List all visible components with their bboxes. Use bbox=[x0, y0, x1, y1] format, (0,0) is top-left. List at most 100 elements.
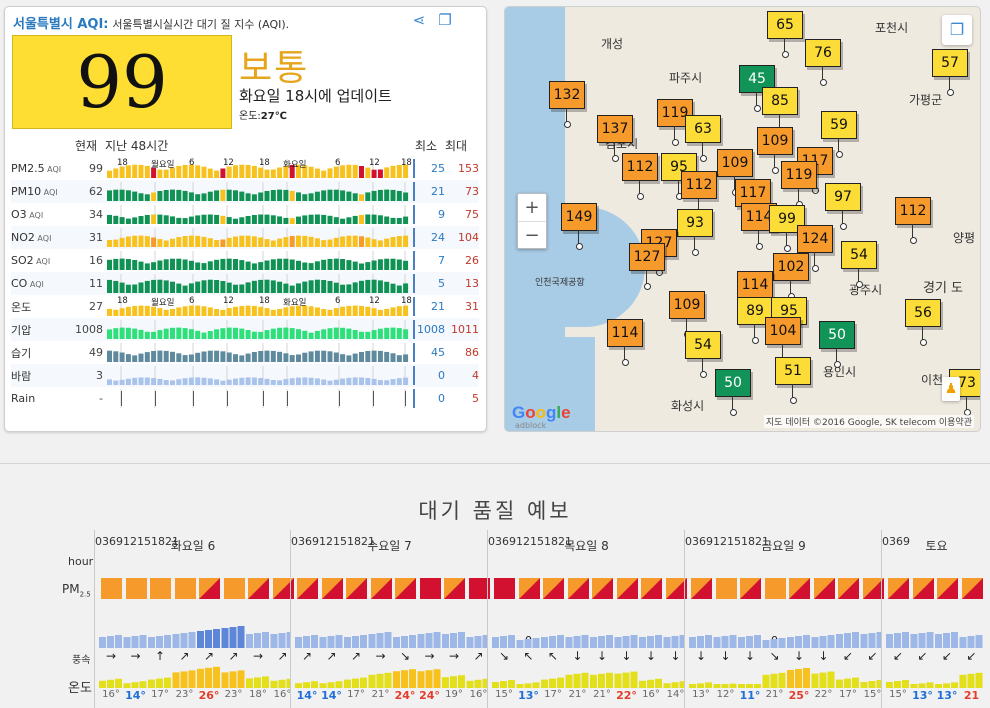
aqi-station-marker[interactable]: 109 bbox=[669, 291, 705, 338]
pm25-forecast-cell[interactable] bbox=[346, 578, 367, 599]
pm25-forecast-cell[interactable] bbox=[518, 578, 540, 599]
pm25-forecast-cell[interactable] bbox=[937, 578, 958, 599]
pm25-forecast-cell[interactable] bbox=[370, 578, 392, 599]
history-bar bbox=[119, 237, 125, 247]
row-bar-graph[interactable]: 18 월요일 6 12 18 화요일 6 12 18 bbox=[107, 296, 415, 316]
pm25-forecast-cell[interactable] bbox=[888, 578, 909, 599]
share-icon[interactable]: ⋖ bbox=[409, 11, 429, 29]
pm25-forecast-cell[interactable] bbox=[813, 578, 835, 599]
row-bar-graph[interactable] bbox=[107, 389, 415, 408]
pegman-icon[interactable]: ♟ bbox=[942, 377, 960, 401]
pm25-forecast-cell[interactable] bbox=[174, 578, 196, 599]
aqi-station-marker[interactable]: 112 bbox=[895, 197, 931, 244]
history-bar bbox=[132, 377, 138, 385]
aqi-station-marker[interactable]: 124 bbox=[797, 225, 833, 272]
pm25-forecast-cell[interactable] bbox=[543, 578, 564, 599]
update-time: 화요일 18시에 업데이트 bbox=[239, 87, 392, 105]
aqi-station-marker[interactable]: 97 bbox=[825, 183, 861, 230]
temp-value: 23° bbox=[175, 689, 194, 700]
pm25-forecast-cell[interactable] bbox=[395, 578, 416, 599]
pm25-forecast-cell[interactable] bbox=[199, 578, 220, 599]
map-attribution[interactable]: 지도 데이터 ©2016 Google, SK telecom 이용약관 bbox=[763, 415, 974, 428]
aqi-station-marker[interactable]: 76 bbox=[805, 39, 841, 86]
aqi-station-marker[interactable]: 57 bbox=[932, 49, 968, 96]
row-graph-cell bbox=[107, 226, 415, 249]
aqi-station-marker[interactable]: 132 bbox=[549, 81, 585, 128]
aqi-station-marker[interactable]: 149 bbox=[561, 203, 597, 250]
pm25-forecast-cell[interactable] bbox=[691, 578, 712, 599]
aqi-station-marker[interactable]: 85 bbox=[762, 87, 798, 134]
aqi-station-marker[interactable]: 114 bbox=[737, 271, 773, 318]
google-logo: Google bbox=[512, 403, 571, 422]
aqi-station-marker[interactable]: 137 bbox=[597, 115, 633, 162]
pm25-forecast-cell[interactable] bbox=[764, 578, 786, 599]
temp-bar bbox=[746, 684, 753, 688]
row-bar-graph[interactable] bbox=[107, 182, 415, 201]
aqi-station-marker[interactable]: 50 bbox=[715, 369, 751, 416]
aqi-station-marker[interactable]: 102 bbox=[773, 253, 809, 300]
aqi-station-marker[interactable]: 65 bbox=[767, 11, 803, 58]
row-bar-graph[interactable] bbox=[107, 366, 415, 385]
temp-value: 14° bbox=[321, 689, 342, 702]
row-label-text: 습기 bbox=[11, 346, 32, 360]
pm25-forecast-cell[interactable] bbox=[444, 578, 465, 599]
pm25-forecast-cell[interactable] bbox=[494, 578, 515, 599]
pm25-forecast-cell[interactable] bbox=[125, 578, 147, 599]
row-bar-graph[interactable] bbox=[107, 320, 415, 339]
history-bar bbox=[195, 330, 201, 339]
aqi-station-marker[interactable]: 119 bbox=[781, 161, 817, 208]
aqi-station-marker[interactable]: 112 bbox=[681, 171, 717, 218]
aqi-station-marker[interactable]: 63 bbox=[685, 115, 721, 162]
pm25-forecast-cell[interactable] bbox=[616, 578, 638, 599]
aqi-station-marker[interactable]: 112 bbox=[622, 153, 658, 200]
aqi-station-marker[interactable]: 114 bbox=[607, 319, 643, 366]
city-aqi-link[interactable]: 서울특별시 AQI bbox=[13, 17, 103, 32]
aqi-station-marker[interactable]: 59 bbox=[821, 111, 857, 158]
history-bar bbox=[321, 379, 327, 385]
aqi-station-marker[interactable]: 93 bbox=[677, 209, 713, 256]
pm25-forecast-cell[interactable] bbox=[740, 578, 761, 599]
temp-value: 21° bbox=[568, 689, 587, 700]
aqi-station-marker[interactable]: 51 bbox=[775, 357, 811, 404]
wind-bar bbox=[762, 640, 770, 648]
pm25-forecast-cell[interactable] bbox=[297, 578, 318, 599]
pm25-forecast-cell[interactable] bbox=[961, 578, 983, 599]
pm25-forecast-cell[interactable] bbox=[321, 578, 343, 599]
row-bar-graph[interactable] bbox=[107, 228, 415, 247]
aqi-station-marker[interactable]: 109 bbox=[717, 149, 753, 196]
history-bar bbox=[239, 191, 245, 201]
history-bar bbox=[163, 350, 169, 362]
aqi-station-marker[interactable]: 56 bbox=[905, 299, 941, 346]
aqi-station-marker[interactable]: 50 bbox=[819, 321, 855, 368]
layers-icon[interactable]: ❐ bbox=[435, 11, 455, 29]
pm25-forecast-cell[interactable] bbox=[101, 578, 122, 599]
row-bar-graph[interactable] bbox=[107, 343, 415, 362]
row-bar-graph[interactable]: 18 월요일 6 12 18 화요일 6 12 18 bbox=[107, 158, 415, 178]
row-bar-graph[interactable] bbox=[107, 274, 415, 293]
aqi-map[interactable]: 포천시 개성 파주시 가평군 김포시 양평 경기 도 인천국제공항 광주시 용인… bbox=[504, 6, 981, 432]
pm25-forecast-cell[interactable] bbox=[912, 578, 934, 599]
row-bar-graph[interactable] bbox=[107, 251, 415, 270]
pm25-forecast-cell[interactable] bbox=[641, 578, 662, 599]
temp-value: 13° bbox=[912, 689, 933, 702]
pm25-forecast-cell[interactable] bbox=[592, 578, 613, 599]
aqi-station-marker[interactable]: 54 bbox=[685, 331, 721, 378]
pm25-forecast-cell[interactable] bbox=[248, 578, 269, 599]
aqi-station-marker[interactable]: 127 bbox=[629, 243, 665, 290]
pm25-forecast-cell[interactable] bbox=[838, 578, 859, 599]
zoom-out-button[interactable]: − bbox=[518, 221, 546, 249]
pm25-forecast-cell[interactable] bbox=[419, 578, 441, 599]
row-bar-graph[interactable] bbox=[107, 205, 415, 224]
aqi-station-marker[interactable]: 109 bbox=[757, 127, 793, 174]
aqi-station-marker[interactable]: 104 bbox=[765, 317, 801, 364]
pm25-forecast-cell[interactable] bbox=[567, 578, 589, 599]
pm25-forecast-cell[interactable] bbox=[789, 578, 810, 599]
wind-bar bbox=[959, 637, 967, 648]
pm25-forecast-cell[interactable] bbox=[715, 578, 737, 599]
pm25-forecast-cell[interactable] bbox=[150, 578, 171, 599]
pm25-forecast-cell[interactable] bbox=[223, 578, 245, 599]
aqi-station-marker[interactable]: 54 bbox=[841, 241, 877, 288]
layers-button[interactable]: ❐ bbox=[942, 15, 972, 45]
zoom-in-button[interactable]: + bbox=[518, 194, 546, 221]
history-bar bbox=[195, 235, 201, 247]
